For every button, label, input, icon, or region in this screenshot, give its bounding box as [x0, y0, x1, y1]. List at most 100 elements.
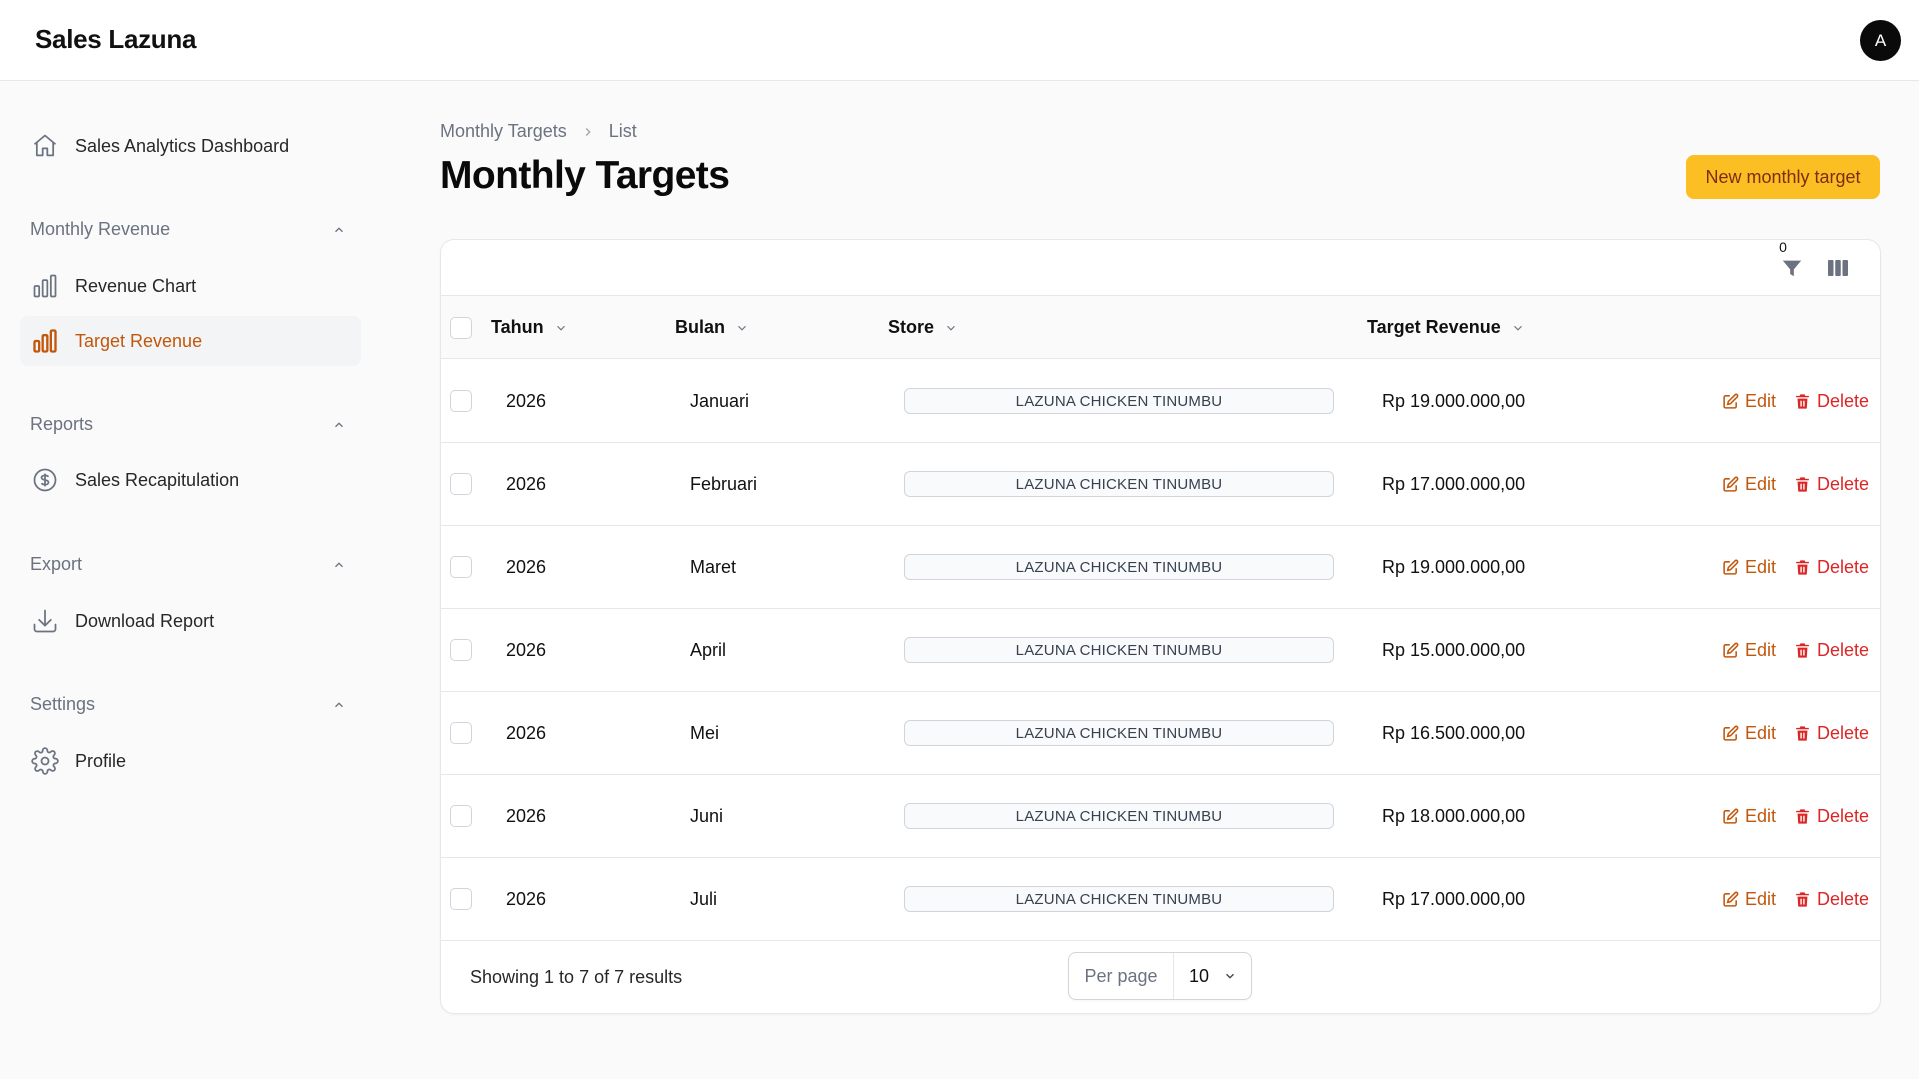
store-badge: LAZUNA CHICKEN TINUMBU — [904, 803, 1334, 829]
cell-tahun: 2026 — [506, 474, 547, 494]
sidebar-item-revenue-chart[interactable]: Revenue Chart — [20, 261, 361, 311]
column-header-target-revenue[interactable]: Target Revenue — [1367, 296, 1525, 359]
row-checkbox[interactable] — [450, 888, 472, 910]
brand-logo[interactable]: Sales Lazuna — [35, 24, 196, 55]
chevron-up-icon[interactable] — [329, 555, 349, 575]
trash-icon — [1796, 560, 1809, 575]
row-checkbox[interactable] — [450, 473, 472, 495]
edit-button[interactable]: Edit — [1722, 775, 1776, 858]
gear-icon — [30, 746, 60, 776]
edit-icon — [1723, 642, 1739, 658]
filter-icon — [1782, 260, 1802, 277]
row-checkbox[interactable] — [450, 722, 472, 744]
edit-icon — [1723, 393, 1739, 409]
cell-bulan: Juni — [690, 806, 724, 826]
column-header-label: Store — [888, 317, 935, 337]
chevron-down-icon — [944, 321, 958, 335]
delete-button[interactable]: Delete — [1794, 692, 1869, 775]
bar-chart-icon — [30, 271, 60, 301]
edit-icon — [1723, 725, 1739, 741]
group-label-export: Export — [30, 554, 83, 574]
edit-button[interactable]: Edit — [1722, 526, 1776, 609]
new-monthly-target-button[interactable]: New monthly target — [1686, 155, 1880, 199]
dollar-circle-icon — [30, 465, 60, 495]
cell-target-revenue: Rp 15.000.000,00 — [1382, 640, 1526, 660]
cell-tahun: 2026 — [506, 806, 547, 826]
chevron-down-icon — [1223, 969, 1237, 983]
row-checkbox[interactable] — [450, 805, 472, 827]
table-row: 2026 Juli LAZUNA CHICKEN TINUMBU Rp 17.0… — [441, 858, 1880, 941]
user-avatar[interactable]: A — [1860, 20, 1901, 61]
edit-button[interactable]: Edit — [1722, 609, 1776, 692]
delete-button[interactable]: Delete — [1794, 360, 1869, 443]
trash-icon — [1796, 394, 1809, 409]
sidebar-item-download-report[interactable]: Download Report — [20, 596, 361, 646]
sidebar-item-profile[interactable]: Profile — [20, 736, 361, 786]
breadcrumb-current: List — [608, 121, 637, 141]
cell-tahun: 2026 — [506, 889, 547, 909]
edit-button[interactable]: Edit — [1722, 360, 1776, 443]
cell-tahun: 2026 — [506, 391, 547, 411]
edit-icon — [1723, 476, 1739, 492]
trash-icon — [1796, 477, 1809, 492]
columns-icon — [1828, 260, 1848, 276]
chevron-right-icon — [581, 125, 595, 139]
table-row: 2026 Mei LAZUNA CHICKEN TINUMBU Rp 16.50… — [441, 692, 1880, 775]
group-label-reports: Reports — [30, 414, 94, 434]
row-checkbox[interactable] — [450, 556, 472, 578]
download-icon — [30, 606, 60, 636]
chevron-down-icon — [1511, 321, 1525, 335]
delete-label: Delete — [1817, 889, 1870, 909]
store-badge: LAZUNA CHICKEN TINUMBU — [904, 637, 1334, 663]
edit-button[interactable]: Edit — [1722, 443, 1776, 526]
edit-button[interactable]: Edit — [1722, 858, 1776, 941]
column-header-store[interactable]: Store — [888, 296, 958, 359]
column-header-label: Tahun — [491, 317, 544, 337]
group-label-monthly-revenue: Monthly Revenue — [30, 219, 171, 239]
chevron-up-icon[interactable] — [329, 220, 349, 240]
per-page-select[interactable]: 10 — [1174, 953, 1251, 999]
sidebar-item-target-revenue[interactable]: Target Revenue — [20, 316, 361, 366]
column-header-tahun[interactable]: Tahun — [491, 296, 568, 359]
breadcrumb-parent[interactable]: Monthly Targets — [440, 121, 567, 142]
cell-bulan: Maret — [690, 557, 737, 577]
store-badge: LAZUNA CHICKEN TINUMBU — [904, 554, 1334, 580]
delete-button[interactable]: Delete — [1794, 609, 1869, 692]
select-all-checkbox[interactable] — [450, 317, 472, 339]
table-row: 2026 Juni LAZUNA CHICKEN TINUMBU Rp 18.0… — [441, 775, 1880, 858]
column-header-bulan[interactable]: Bulan — [675, 296, 749, 359]
group-label-settings: Settings — [30, 694, 96, 714]
cell-tahun: 2026 — [506, 557, 547, 577]
chevron-up-icon[interactable] — [329, 695, 349, 715]
table-row: 2026 Januari LAZUNA CHICKEN TINUMBU Rp 1… — [441, 360, 1880, 443]
edit-button[interactable]: Edit — [1722, 692, 1776, 775]
store-badge: LAZUNA CHICKEN TINUMBU — [904, 720, 1334, 746]
delete-button[interactable]: Delete — [1794, 443, 1869, 526]
delete-button[interactable]: Delete — [1794, 775, 1869, 858]
store-badge: LAZUNA CHICKEN TINUMBU — [904, 471, 1334, 497]
sidebar-item-dashboard[interactable]: Sales Analytics Dashboard — [20, 121, 361, 171]
row-checkbox[interactable] — [450, 639, 472, 661]
edit-label: Edit — [1745, 640, 1777, 660]
sidebar-item-sales-recapitulation[interactable]: Sales Recapitulation — [20, 455, 361, 505]
columns-toggle-button[interactable] — [1824, 254, 1852, 282]
cell-bulan: Februari — [690, 474, 758, 494]
cell-bulan: April — [690, 640, 727, 660]
delete-button[interactable]: Delete — [1794, 858, 1869, 941]
chevron-up-icon[interactable] — [329, 415, 349, 435]
column-header-label: Bulan — [675, 317, 726, 337]
sidebar-item-label: Download Report — [75, 610, 215, 631]
cell-bulan: Mei — [690, 723, 720, 743]
cell-target-revenue: Rp 19.000.000,00 — [1382, 557, 1526, 577]
filter-count-badge: 0 — [1774, 240, 1792, 256]
filter-button[interactable] — [1778, 254, 1806, 282]
delete-label: Delete — [1817, 557, 1870, 577]
sidebar: Sales Analytics Dashboard Monthly Revenu… — [0, 81, 380, 1079]
cell-bulan: Juli — [690, 889, 718, 909]
store-badge: LAZUNA CHICKEN TINUMBU — [904, 886, 1334, 912]
delete-button[interactable]: Delete — [1794, 526, 1869, 609]
chevron-down-icon — [735, 321, 749, 335]
delete-label: Delete — [1817, 806, 1870, 826]
row-checkbox[interactable] — [450, 390, 472, 412]
bar-chart-icon — [30, 326, 60, 356]
